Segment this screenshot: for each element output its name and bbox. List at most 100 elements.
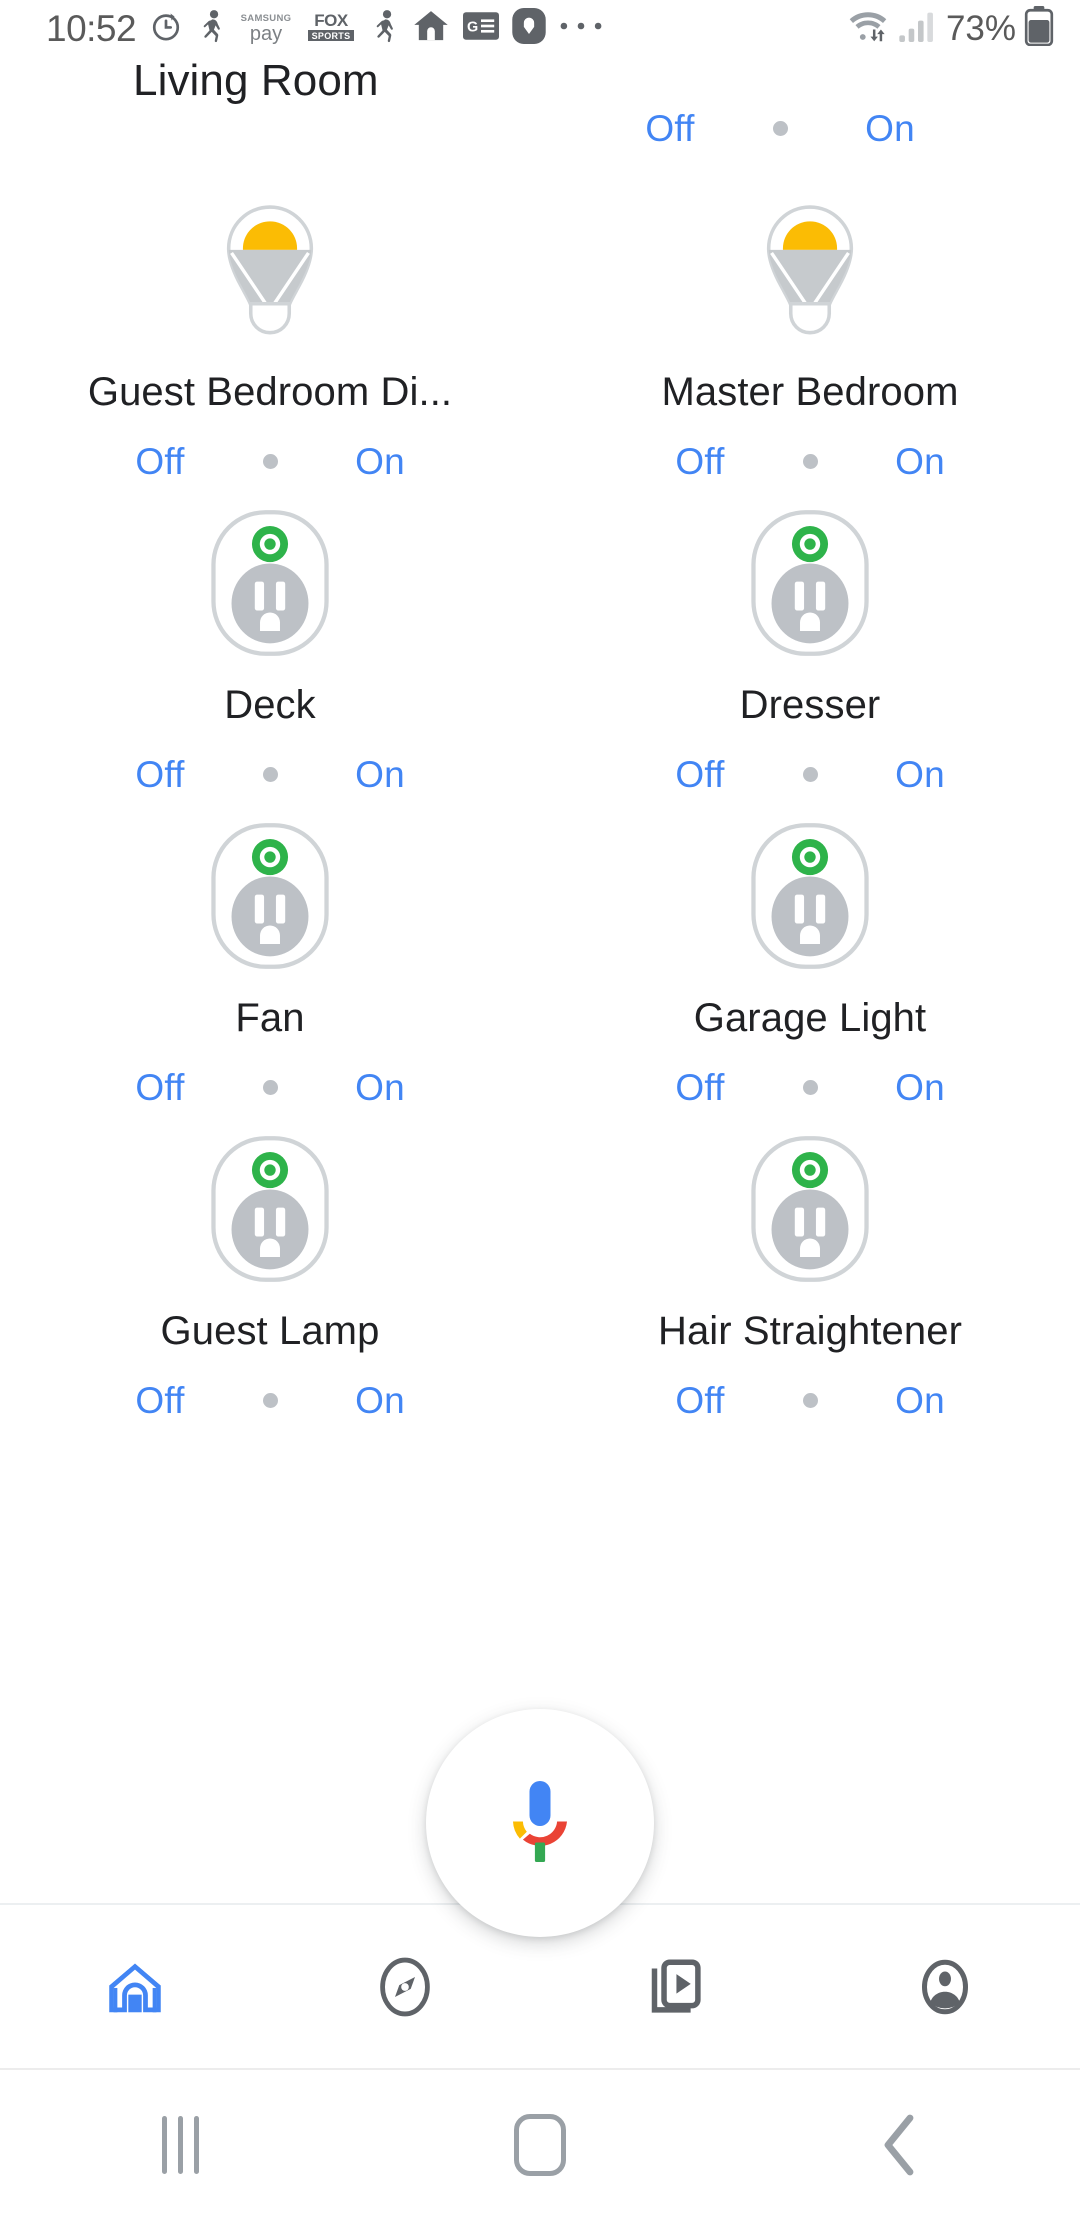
nav-home[interactable] bbox=[0, 1904, 270, 2069]
device-card[interactable]: Dresser Off On bbox=[540, 489, 1080, 802]
device-toggle-on-label[interactable]: On bbox=[320, 1069, 440, 1106]
device-card[interactable]: Guest Bedroom Di... Off On bbox=[0, 176, 540, 489]
status-bar-left: 10:52 SAMSUNG pay FOX SPORTS bbox=[46, 8, 603, 49]
compass-icon bbox=[374, 1956, 436, 2018]
room-toggle-off-label[interactable]: Off bbox=[610, 110, 730, 147]
device-toggle-control[interactable]: Off On bbox=[100, 747, 440, 802]
recents-button[interactable] bbox=[0, 2069, 360, 2220]
device-toggle-dot[interactable] bbox=[803, 1080, 818, 1095]
device-card[interactable]: Master BedroomOffOn bbox=[540, 176, 1080, 489]
device-name: Dresser bbox=[740, 683, 881, 727]
smart-outlet-icon bbox=[208, 507, 332, 659]
device-toggle-on-label[interactable]: On bbox=[860, 443, 980, 480]
device-toggle-control[interactable]: Off On bbox=[100, 434, 440, 489]
device-toggle-slider[interactable] bbox=[760, 1080, 860, 1095]
device-toggle-slider[interactable] bbox=[220, 1393, 320, 1408]
device-toggle-dot[interactable] bbox=[803, 1393, 818, 1408]
device-toggle-off-label[interactable]: Off bbox=[100, 756, 220, 793]
device-name: Guest Lamp bbox=[161, 1309, 380, 1353]
device-toggle-slider[interactable] bbox=[220, 454, 320, 469]
svg-text:G: G bbox=[467, 19, 478, 35]
back-button[interactable] bbox=[720, 2069, 1080, 2220]
device-name: Garage Light bbox=[694, 996, 926, 1040]
smart-outlet-icon[interactable] bbox=[190, 505, 350, 661]
room-toggle-control[interactable]: Off On bbox=[610, 100, 950, 156]
running-person-icon bbox=[196, 9, 226, 48]
timer-icon bbox=[149, 9, 183, 48]
device-card[interactable]: Guest Lamp Off On bbox=[0, 1115, 540, 1428]
smart-outlet-icon[interactable] bbox=[190, 1131, 350, 1287]
device-toggle-off-label[interactable]: Off bbox=[100, 443, 220, 480]
status-bar: 10:52 SAMSUNG pay FOX SPORTS bbox=[0, 0, 1080, 56]
smart-outlet-icon bbox=[208, 820, 332, 972]
device-toggle-off-label[interactable]: Off bbox=[640, 1069, 760, 1106]
device-toggle-slider[interactable] bbox=[760, 454, 860, 469]
room-toggle-dot[interactable] bbox=[773, 121, 788, 136]
device-toggle-dot[interactable] bbox=[263, 1080, 278, 1095]
svg-text:SPORTS: SPORTS bbox=[312, 31, 351, 41]
assistant-mic-icon bbox=[501, 1775, 579, 1871]
device-toggle-on-label[interactable]: On bbox=[860, 756, 980, 793]
room-title: Living Room bbox=[133, 56, 379, 107]
smart-outlet-icon[interactable] bbox=[730, 505, 890, 661]
device-card[interactable]: DeckOff On bbox=[0, 489, 540, 802]
back-chevron-icon bbox=[878, 2114, 922, 2176]
google-assistant-mic-button[interactable] bbox=[426, 1709, 654, 1937]
smart-outlet-icon[interactable] bbox=[730, 1131, 890, 1287]
smart-outlet-icon[interactable] bbox=[730, 818, 890, 974]
device-card[interactable]: FanOffOn bbox=[0, 802, 540, 1115]
device-toggle-slider[interactable] bbox=[220, 1080, 320, 1095]
device-toggle-control[interactable]: Off On bbox=[640, 747, 980, 802]
device-toggle-control[interactable]: Off On bbox=[640, 1373, 980, 1428]
device-toggle-on-label[interactable]: On bbox=[320, 443, 440, 480]
wifi-icon bbox=[846, 8, 890, 49]
signal-bars-icon bbox=[898, 8, 938, 49]
media-cast-icon bbox=[644, 1958, 706, 2016]
svg-text:pay: pay bbox=[250, 23, 282, 44]
nav-account[interactable] bbox=[810, 1904, 1080, 2069]
device-toggle-on-label[interactable]: On bbox=[320, 1382, 440, 1419]
device-toggle-dot[interactable] bbox=[803, 454, 818, 469]
device-card[interactable]: Garage Light Off On bbox=[540, 802, 1080, 1115]
smart-outlet-icon bbox=[208, 1133, 332, 1285]
room-header: Living Room Off On bbox=[0, 56, 1080, 176]
device-toggle-dot[interactable] bbox=[263, 454, 278, 469]
device-grid: Guest Bedroom Di...OffOn Master BedroomO… bbox=[0, 176, 1080, 1428]
download-badge-icon bbox=[512, 8, 546, 49]
lightbulb-icon[interactable] bbox=[190, 192, 350, 348]
device-toggle-on-label[interactable]: On bbox=[860, 1382, 980, 1419]
device-toggle-slider[interactable] bbox=[760, 1393, 860, 1408]
device-card[interactable]: Hair StraightenerOffOn bbox=[540, 1115, 1080, 1428]
account-circle-icon bbox=[915, 1956, 975, 2018]
more-notifications-icon[interactable] bbox=[559, 19, 603, 38]
device-toggle-off-label[interactable]: Off bbox=[100, 1382, 220, 1419]
device-toggle-control[interactable]: Off On bbox=[640, 434, 980, 489]
device-toggle-dot[interactable] bbox=[803, 767, 818, 782]
device-toggle-off-label[interactable]: Off bbox=[100, 1069, 220, 1106]
device-name: Deck bbox=[224, 683, 316, 727]
home-square-icon bbox=[514, 2114, 566, 2176]
device-toggle-off-label[interactable]: Off bbox=[640, 756, 760, 793]
device-toggle-control[interactable]: Off On bbox=[100, 1373, 440, 1428]
room-toggle-on-label[interactable]: On bbox=[830, 110, 950, 147]
room-content: Living Room Off On Guest Bedroom Di... Of… bbox=[0, 56, 1080, 1428]
home-button[interactable] bbox=[360, 2069, 720, 2220]
device-toggle-off-label[interactable]: Off bbox=[640, 1382, 760, 1419]
device-toggle-on-label[interactable]: On bbox=[320, 756, 440, 793]
device-toggle-slider[interactable] bbox=[760, 767, 860, 782]
lightbulb-icon bbox=[734, 194, 886, 346]
smart-outlet-icon bbox=[748, 1133, 872, 1285]
device-name: Guest Bedroom Di... bbox=[88, 370, 452, 414]
device-toggle-off-label[interactable]: Off bbox=[640, 443, 760, 480]
device-toggle-control[interactable]: Off On bbox=[100, 1060, 440, 1115]
device-toggle-dot[interactable] bbox=[263, 767, 278, 782]
device-toggle-dot[interactable] bbox=[263, 1393, 278, 1408]
lightbulb-icon[interactable] bbox=[730, 192, 890, 348]
svg-text:FOX: FOX bbox=[314, 11, 349, 30]
device-toggle-control[interactable]: Off On bbox=[640, 1060, 980, 1115]
room-toggle-slider[interactable] bbox=[730, 121, 830, 136]
device-toggle-slider[interactable] bbox=[220, 767, 320, 782]
device-toggle-on-label[interactable]: On bbox=[860, 1069, 980, 1106]
lightbulb-icon bbox=[194, 194, 346, 346]
smart-outlet-icon[interactable] bbox=[190, 818, 350, 974]
